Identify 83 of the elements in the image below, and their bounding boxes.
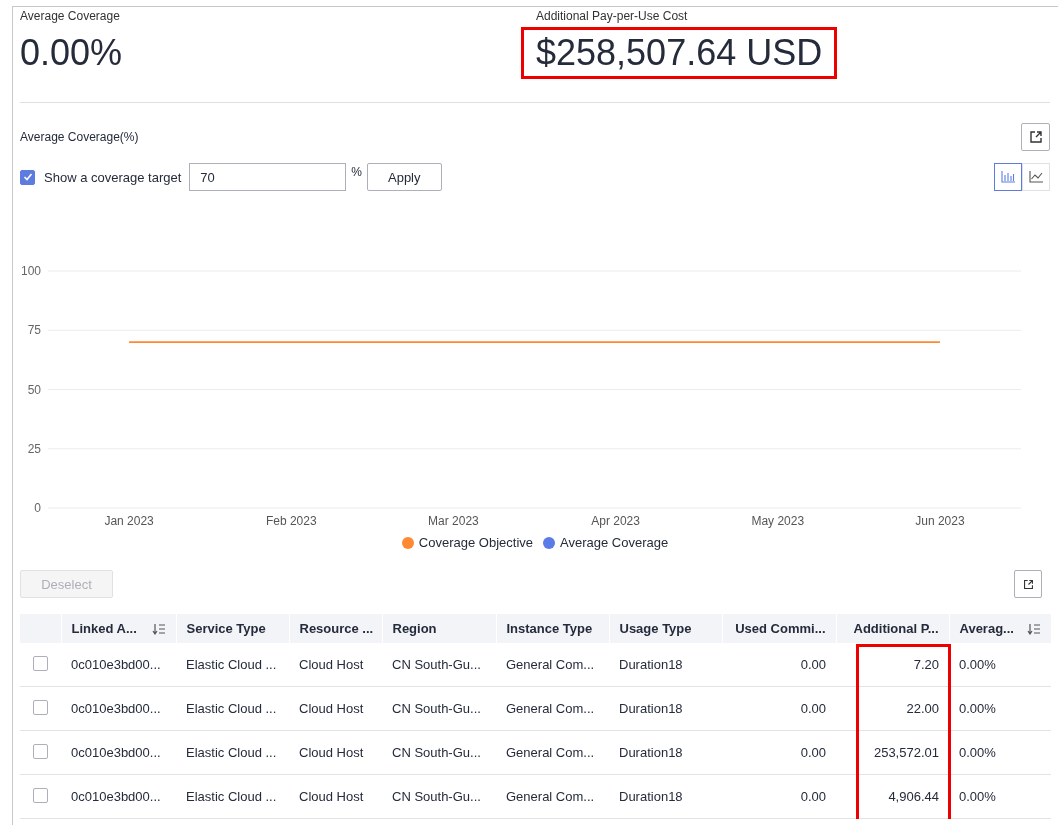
table-cell: Elastic Cloud ... <box>186 701 277 716</box>
chart-title: Average Coverage(%) <box>20 130 139 144</box>
table-cell: CN South-Gu... <box>392 745 481 760</box>
table-cell: Cloud Host <box>299 745 364 760</box>
table-cell: 0.00% <box>959 745 996 760</box>
row-checkbox[interactable] <box>33 787 48 803</box>
export-icon <box>1028 130 1043 144</box>
legend-label: Average Coverage <box>560 535 669 550</box>
summary-label: Additional Pay-per-Use Cost <box>536 9 689 23</box>
table-cell: Cloud Host <box>299 657 364 672</box>
check-icon <box>22 172 33 182</box>
table-cell: 0c010e3bd00... <box>71 657 161 672</box>
y-tick-label: 75 <box>27 323 41 338</box>
table-cell: 0.00% <box>959 701 996 716</box>
export-button[interactable] <box>1014 570 1042 598</box>
row-checkbox[interactable] <box>33 655 48 671</box>
table-cell: 0c010e3bd00... <box>71 789 161 804</box>
table-cell: CN South-Gu... <box>392 789 481 804</box>
line-chart-icon <box>1029 171 1043 183</box>
x-tick-label: May 2023 <box>751 514 805 528</box>
target-field[interactable]: 70 <box>189 163 347 191</box>
table-cell: 0c010e3bd00... <box>71 745 161 760</box>
x-tick-label: Jun 2023 <box>915 514 965 528</box>
table-cell: CN South-Gu... <box>392 657 481 672</box>
table-cell: 0c010e3bd00... <box>71 701 161 716</box>
table-cell: General Com... <box>506 701 595 716</box>
table-cell: Duration18 <box>619 701 683 716</box>
target-checkbox[interactable] <box>20 169 35 185</box>
target-label: Show a coverage target <box>44 169 182 185</box>
y-tick-label: 50 <box>27 382 41 397</box>
column-header: Usage Type <box>619 621 692 636</box>
table-cell: Cloud Host <box>299 701 364 716</box>
table-cell: General Com... <box>506 789 595 804</box>
column-header: Additional P... <box>853 621 939 636</box>
column-header: Service Type <box>186 621 266 636</box>
table-cell: CN South-Gu... <box>392 701 481 716</box>
sort-icon[interactable] <box>1026 622 1041 635</box>
table-cell: General Com... <box>506 657 595 672</box>
table-cell: Elastic Cloud ... <box>186 789 277 804</box>
bar-chart-icon <box>1001 171 1015 183</box>
table-cell: Elastic Cloud ... <box>186 657 277 672</box>
row-checkbox[interactable] <box>33 699 48 715</box>
export-button[interactable] <box>1021 123 1050 151</box>
table-cell: 0.00 <box>800 789 826 804</box>
column-header: Resource ... <box>299 621 374 636</box>
bar-chart-toggle[interactable] <box>994 163 1022 191</box>
x-tick-label: Jan 2023 <box>104 514 154 528</box>
apply-button[interactable]: Apply <box>367 163 442 191</box>
column-header: Averag... <box>959 621 1014 636</box>
table-cell: 0.00 <box>800 657 826 672</box>
y-tick-label: 0 <box>34 501 41 515</box>
table-cell: 22.00 <box>906 701 939 716</box>
table-cell: 0.00 <box>800 701 826 716</box>
row-checkbox[interactable] <box>33 743 48 759</box>
export-icon <box>1022 578 1034 590</box>
table-cell: Duration18 <box>619 745 683 760</box>
table-cell: 253,572.01 <box>873 745 939 760</box>
summary-value: 0.00% <box>19 31 124 75</box>
table-cell: 4,906.44 <box>888 789 939 804</box>
summary-value: $258,507.64 USD <box>521 27 838 79</box>
table-cell: 0.00% <box>959 657 996 672</box>
line-chart-toggle[interactable] <box>1022 163 1050 191</box>
table-cell: Elastic Cloud ... <box>186 745 277 760</box>
x-tick-label: Mar 2023 <box>428 514 479 528</box>
x-tick-label: Feb 2023 <box>265 514 317 528</box>
x-tick-label: Apr 2023 <box>591 514 640 528</box>
table-cell: Duration18 <box>619 789 683 804</box>
column-header: Region <box>392 621 437 636</box>
table-cell: 0.00% <box>959 789 996 804</box>
table-cell: Cloud Host <box>299 789 364 804</box>
y-tick-label: 25 <box>27 441 41 456</box>
table-cell: 0.00 <box>800 745 826 760</box>
legend-label: Coverage Objective <box>418 535 533 550</box>
table-cell: 7.20 <box>913 657 939 672</box>
unit-label: % <box>351 165 362 179</box>
table-cell: Duration18 <box>619 657 683 672</box>
summary-label: Average Coverage <box>20 9 121 23</box>
column-header: Linked A... <box>71 621 137 636</box>
y-tick-label: 100 <box>20 264 41 278</box>
table-cell: General Com... <box>506 745 595 760</box>
sort-icon[interactable] <box>151 622 166 635</box>
column-header: Instance Type <box>506 621 593 636</box>
column-header: Used Commi... <box>735 621 826 636</box>
